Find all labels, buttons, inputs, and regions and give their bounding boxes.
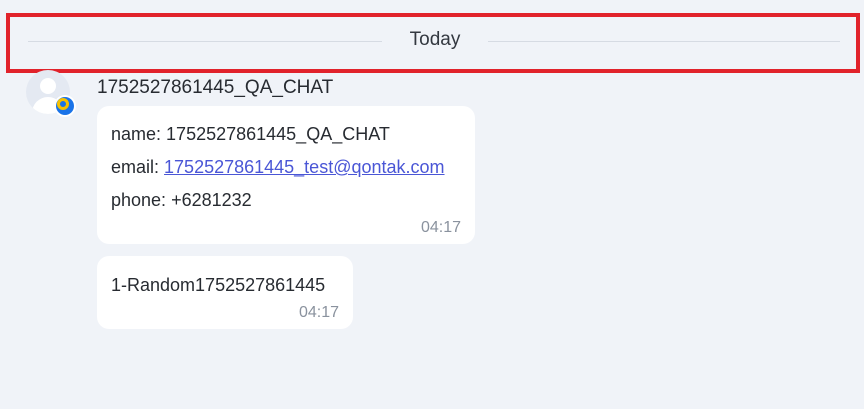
message-text: 1-Random1752527861445 <box>111 275 326 295</box>
date-divider-label: Today <box>409 29 461 50</box>
message-bubble-text[interactable]: 1-Random1752527861445 04:17 <box>97 256 353 329</box>
message-timestamp: 04:17 <box>298 304 339 321</box>
qontak-channel-icon <box>54 95 76 117</box>
message-timestamp: 04:17 <box>420 219 461 236</box>
contact-phone-value: +6281232 <box>171 190 252 210</box>
divider-line-left <box>28 41 382 42</box>
contact-email-link[interactable]: 1752527861445_test@qontak.com <box>164 157 445 177</box>
date-divider: Today <box>6 13 860 73</box>
sender-name: 1752527861445_QA_CHAT <box>97 77 334 98</box>
avatar-head <box>40 78 56 94</box>
contact-phone-line: phone: +6281232 <box>111 190 252 211</box>
contact-name-label: name: <box>111 124 162 144</box>
contact-name-value: 1752527861445_QA_CHAT <box>166 124 390 144</box>
contact-email-label: email: <box>111 157 160 177</box>
chat-panel: Today 1752527861445_QA_CHAT name: 175252… <box>0 0 864 409</box>
message-bubble-contact[interactable]: name: 1752527861445_QA_CHAT email: 17525… <box>97 106 475 244</box>
contact-name-line: name: 1752527861445_QA_CHAT <box>111 124 390 145</box>
contact-phone-label: phone: <box>111 190 167 210</box>
contact-email-line: email: 1752527861445_test@qontak.com <box>111 157 445 178</box>
divider-line-right <box>488 41 840 42</box>
channel-badge-inner <box>57 98 69 110</box>
